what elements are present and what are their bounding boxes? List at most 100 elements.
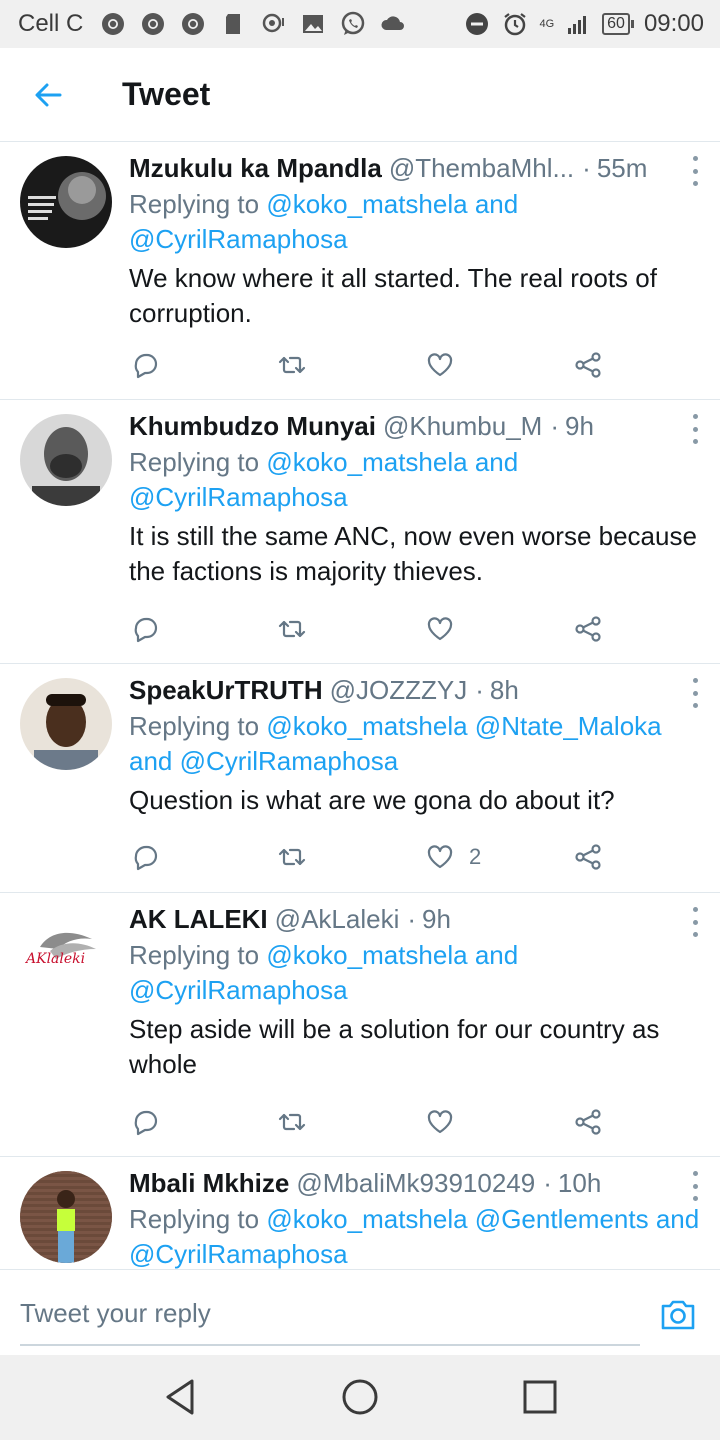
reply-button[interactable] <box>131 609 161 649</box>
avatar[interactable]: AKlaleki <box>20 907 112 999</box>
author-name[interactable]: Mbali Mkhize <box>129 1168 289 1199</box>
author-name[interactable]: SpeakUrTRUTH <box>129 675 323 706</box>
reply-button[interactable] <box>131 1102 161 1142</box>
like-count: 2 <box>469 844 482 869</box>
mention-link[interactable]: @CyrilRamaphosa <box>180 746 399 776</box>
reply-input[interactable] <box>20 1282 640 1346</box>
share-icon <box>575 616 601 642</box>
retweet-icon <box>278 620 306 638</box>
mention-link[interactable]: @koko_matshela <box>266 447 467 477</box>
svg-text:AKlaleki: AKlaleki <box>24 951 85 967</box>
author-handle[interactable]: @JOZZZYJ <box>330 675 468 706</box>
author-handle[interactable]: @AkLaleki <box>275 904 400 935</box>
back-arrow-icon <box>35 83 62 106</box>
reply-icon <box>134 845 158 871</box>
replying-to: Replying to @koko_matshela and @CyrilRam… <box>129 187 700 257</box>
avatar[interactable] <box>20 156 112 248</box>
avatar[interactable] <box>20 678 112 770</box>
signal-icon <box>564 10 592 38</box>
tweet-item[interactable]: SpeakUrTRUTH @JOZZZYJ · 8h Replying to @… <box>0 664 720 893</box>
retweet-icon <box>278 848 306 866</box>
tweet-item[interactable]: Mzukulu ka Mpandla @ThembaMhl... · 55m R… <box>0 142 720 400</box>
like-button[interactable] <box>425 345 469 385</box>
share-button[interactable] <box>573 609 603 649</box>
mention-link[interactable]: @koko_matshela <box>266 189 467 219</box>
author-handle[interactable]: @MbaliMk93910249 <box>296 1168 535 1199</box>
cloud-icon <box>379 10 407 38</box>
more-options-button[interactable] <box>682 1171 708 1201</box>
whatsapp-icon <box>339 10 367 38</box>
more-options-button[interactable] <box>682 414 708 444</box>
back-button[interactable] <box>18 65 78 125</box>
like-button[interactable] <box>425 1102 469 1142</box>
mention-link[interactable]: @koko_matshela @Gentlements <box>266 1204 648 1234</box>
reply-composer <box>0 1269 720 1355</box>
replying-prefix: Replying to <box>129 711 260 741</box>
like-button[interactable]: 2 <box>425 837 481 877</box>
more-options-button[interactable] <box>682 907 708 937</box>
tweet-actions: 2 <box>129 837 609 877</box>
share-icon <box>575 1109 601 1135</box>
share-button[interactable] <box>573 345 603 385</box>
retweet-button[interactable] <box>277 837 307 877</box>
tweet-time: 9h <box>565 410 594 441</box>
mention-link[interactable]: @koko_matshela @Ntate_Maloka <box>266 711 661 741</box>
tweet-text: We know where it all started. The real r… <box>129 263 657 328</box>
author-name[interactable]: AK LALEKI <box>129 904 268 935</box>
replies-list[interactable]: Mzukulu ka Mpandla @ThembaMhl... · 55m R… <box>0 142 720 1269</box>
reply-icon <box>134 353 158 379</box>
more-options-button[interactable] <box>682 678 708 708</box>
retweet-button[interactable] <box>277 609 307 649</box>
avatar[interactable] <box>20 1171 112 1263</box>
nav-back-button[interactable] <box>158 1375 202 1419</box>
chrome-notification-icon <box>179 10 207 38</box>
reply-icon <box>134 617 158 643</box>
triangle-back-icon <box>166 1379 194 1415</box>
share-button[interactable] <box>573 837 603 877</box>
replying-prefix: Replying to <box>129 940 260 970</box>
tweet-time: 10h <box>557 1167 602 1198</box>
mention-link[interactable]: @CyrilRamaphosa <box>129 224 348 254</box>
carrier-label: Cell C <box>18 10 84 37</box>
status-bar: Cell C 4G 60 09:00 <box>0 0 720 48</box>
retweet-button[interactable] <box>277 345 307 385</box>
replying-joiner: and <box>474 189 519 219</box>
mention-link[interactable]: @CyrilRamaphosa <box>129 1239 348 1269</box>
nav-recents-button[interactable] <box>518 1375 562 1419</box>
author-name[interactable]: Mzukulu ka Mpandla <box>129 153 382 184</box>
replying-to: Replying to @koko_matshela @Ntate_Maloka… <box>129 709 700 779</box>
reply-button[interactable] <box>131 837 161 877</box>
tweet-item[interactable]: AKlaleki AK LALEKI @AkLaleki · 9h Replyi… <box>0 893 720 1157</box>
mention-link[interactable]: @CyrilRamaphosa <box>129 975 348 1005</box>
heart-icon <box>427 845 453 869</box>
circle-home-icon <box>342 1379 378 1415</box>
author-handle[interactable]: @ThembaMhl... <box>389 153 574 184</box>
chrome-notification-icon <box>139 10 167 38</box>
mention-link[interactable]: @CyrilRamaphosa <box>129 482 348 512</box>
tweet-item[interactable]: Mbali Mkhize @MbaliMk93910249 · 10h Repl… <box>0 1157 720 1269</box>
more-options-button[interactable] <box>682 156 708 186</box>
battery-icon: 60 <box>602 13 634 35</box>
replying-prefix: Replying to <box>129 1204 260 1234</box>
share-icon <box>575 844 601 870</box>
chrome-notification-icon <box>99 10 127 38</box>
avatar[interactable] <box>20 414 112 506</box>
mention-link[interactable]: @koko_matshela <box>266 940 467 970</box>
share-button[interactable] <box>573 1102 603 1142</box>
like-button[interactable] <box>425 609 469 649</box>
clock: 09:00 <box>643 10 704 37</box>
tweet-time: 8h <box>489 674 519 705</box>
replying-prefix: Replying to <box>129 189 260 219</box>
author-handle[interactable]: @Khumbu_M <box>383 411 542 442</box>
tweet-text: Step aside will be a solution for our co… <box>129 1014 660 1079</box>
nav-home-button[interactable] <box>338 1375 382 1419</box>
reply-button[interactable] <box>131 345 161 385</box>
retweet-icon <box>278 356 306 374</box>
retweet-button[interactable] <box>277 1102 307 1142</box>
author-name[interactable]: Khumbudzo Munyai <box>129 411 376 442</box>
share-icon <box>575 352 601 378</box>
camera-button[interactable] <box>658 1294 698 1334</box>
separator-dot: · <box>407 903 417 934</box>
replying-joiner: and <box>474 447 519 477</box>
tweet-item[interactable]: Khumbudzo Munyai @Khumbu_M · 9h Replying… <box>0 400 720 664</box>
